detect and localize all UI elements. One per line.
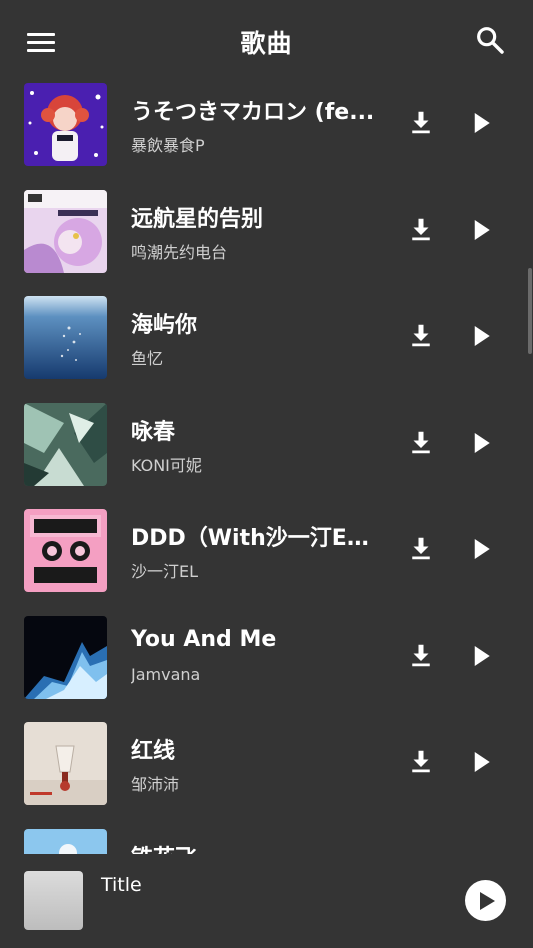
song-row[interactable]: うそつきマカロン (fe... 暴飲暴食P — [0, 70, 533, 176]
song-row[interactable]: 咏春 KONI可妮 — [0, 390, 533, 496]
song-artist: 沙一汀EL — [131, 562, 199, 581]
download-icon[interactable] — [406, 108, 436, 138]
song-row[interactable]: 铁花飞 — [0, 816, 533, 854]
song-title: You And Me — [131, 627, 277, 652]
play-icon[interactable] — [466, 534, 496, 564]
play-circle-icon[interactable] — [465, 880, 506, 921]
song-title: 红线 — [131, 739, 176, 764]
album-cover — [24, 403, 107, 486]
play-icon[interactable] — [466, 108, 496, 138]
download-icon[interactable] — [406, 641, 436, 671]
song-title: 铁花飞 — [131, 840, 377, 854]
song-list[interactable]: うそつきマカロン (fe... 暴飲暴食P 远航星的告别 鸣潮先约电台 海屿你 … — [0, 70, 533, 854]
song-title: DDD（With沙一汀EL） — [131, 526, 377, 551]
album-cover — [24, 296, 107, 379]
song-row[interactable]: 远航星的告别 鸣潮先约电台 — [0, 177, 533, 283]
album-cover — [24, 509, 107, 592]
now-playing-cover — [24, 871, 83, 930]
song-artist: 暴飲暴食P — [131, 136, 205, 155]
mini-player[interactable]: Title — [0, 854, 533, 948]
song-artist: 鱼忆 — [131, 349, 164, 368]
download-icon[interactable] — [406, 428, 436, 458]
song-row[interactable]: 海屿你 鱼忆 — [0, 283, 533, 389]
album-cover — [24, 616, 107, 699]
play-icon[interactable] — [466, 641, 496, 671]
album-cover — [24, 829, 107, 854]
download-icon[interactable] — [406, 747, 436, 777]
download-icon[interactable] — [406, 321, 436, 351]
album-cover — [24, 83, 107, 166]
album-cover — [24, 722, 107, 805]
song-artist: KONI可妮 — [131, 456, 202, 475]
song-row[interactable]: You And Me Jamvana — [0, 603, 533, 709]
song-row[interactable]: DDD（With沙一汀EL） 沙一汀EL — [0, 496, 533, 602]
download-icon[interactable] — [406, 215, 436, 245]
song-artist: 鸣潮先约电台 — [131, 243, 228, 262]
play-icon[interactable] — [466, 747, 496, 777]
scrollbar-thumb[interactable] — [528, 268, 532, 354]
play-icon[interactable] — [466, 321, 496, 351]
song-title: 海屿你 — [131, 313, 198, 338]
search-icon[interactable] — [474, 24, 510, 60]
song-row[interactable]: 红线 邹沛沛 — [0, 709, 533, 815]
page-title: 歌曲 — [240, 29, 293, 58]
app-bar: 歌曲 — [0, 0, 533, 80]
song-title: 咏春 — [131, 420, 176, 445]
download-icon[interactable] — [406, 534, 436, 564]
song-title: 远航星的告别 — [131, 207, 264, 232]
song-artist: Jamvana — [131, 665, 201, 684]
song-title: うそつきマカロン (fe... — [131, 100, 375, 125]
play-icon[interactable] — [466, 428, 496, 458]
song-artist: 邹沛沛 — [131, 775, 180, 794]
play-icon[interactable] — [466, 215, 496, 245]
album-cover — [24, 190, 107, 273]
now-playing-title: Title — [101, 874, 142, 896]
